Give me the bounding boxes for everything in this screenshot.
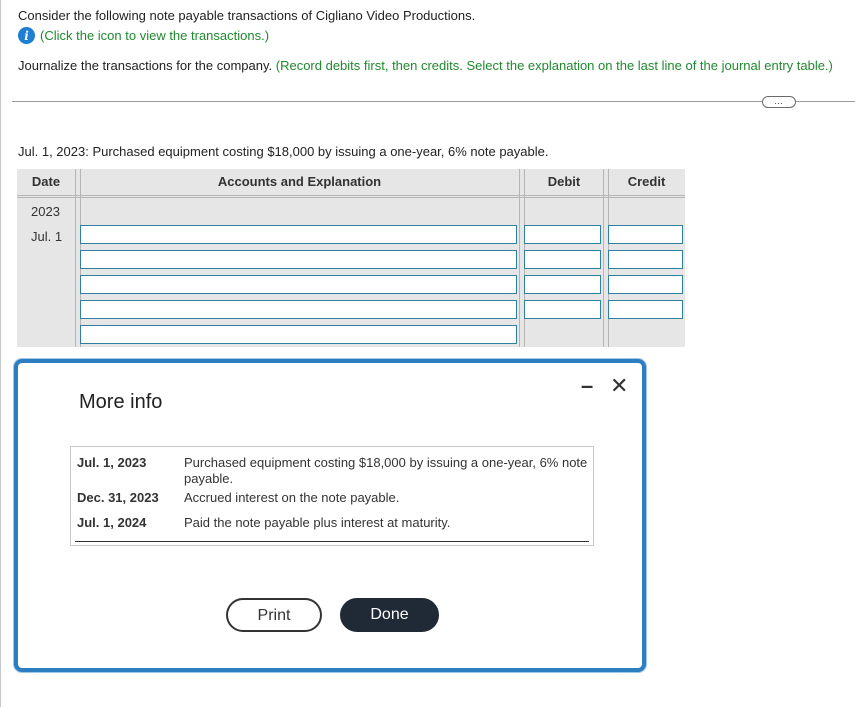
account-input-4[interactable] xyxy=(80,300,517,319)
table-bottom-rule xyxy=(75,541,589,542)
transaction-description: Accrued interest on the note payable. xyxy=(184,490,400,505)
header-debit: Debit xyxy=(547,174,581,189)
credit-input-4[interactable] xyxy=(608,300,683,319)
account-input-3[interactable] xyxy=(80,275,517,294)
more-options-button[interactable]: … xyxy=(762,96,796,108)
transaction-date: Jul. 1, 2023 xyxy=(77,455,147,470)
journal-entry-table: Date Accounts and Explanation Debit Cred… xyxy=(17,169,685,347)
debit-input-3[interactable] xyxy=(524,275,601,294)
debit-input-1[interactable] xyxy=(524,225,601,244)
instruction: Journalize the transactions for the comp… xyxy=(18,58,833,73)
credit-input-2[interactable] xyxy=(608,250,683,269)
entry-date: Jul. 1 xyxy=(31,229,63,244)
transaction-date: Jul. 1, 2024 xyxy=(77,515,147,530)
instruction-main: Journalize the transactions for the comp… xyxy=(18,58,273,73)
more-info-dialog: More info – ✕ Jul. 1, 2023 Purchased equ… xyxy=(14,359,646,672)
account-input-2[interactable] xyxy=(80,250,517,269)
transaction-description: Paid the note payable plus interest at m… xyxy=(184,515,451,530)
credit-input-3[interactable] xyxy=(608,275,683,294)
debit-input-4[interactable] xyxy=(524,300,601,319)
transaction-description: Purchased equipment costing $18,000 by i… xyxy=(184,455,588,486)
info-link[interactable]: i (Click the icon to view the transactio… xyxy=(18,27,269,44)
minimize-icon[interactable]: – xyxy=(581,371,593,401)
header-accounts: Accounts and Explanation xyxy=(217,174,382,189)
header-date: Date xyxy=(31,174,61,189)
journal-prompt: Jul. 1, 2023: Purchased equipment costin… xyxy=(18,144,549,159)
debit-input-2[interactable] xyxy=(524,250,601,269)
transactions-table: Jul. 1, 2023 Purchased equipment costing… xyxy=(70,446,594,546)
explanation-input[interactable] xyxy=(80,325,517,344)
left-border xyxy=(0,0,1,707)
entry-year: 2023 xyxy=(31,204,60,219)
problem-intro: Consider the following note payable tran… xyxy=(18,8,476,23)
header-credit: Credit xyxy=(627,174,666,189)
info-icon[interactable]: i xyxy=(18,27,35,44)
journal-header-row: Date Accounts and Explanation Debit Cred… xyxy=(17,169,685,198)
section-divider xyxy=(12,101,855,102)
credit-input-1[interactable] xyxy=(608,225,683,244)
close-icon[interactable]: ✕ xyxy=(610,374,628,398)
done-button[interactable]: Done xyxy=(340,598,439,632)
print-button[interactable]: Print xyxy=(226,598,322,632)
transaction-date: Dec. 31, 2023 xyxy=(77,490,159,505)
dialog-title: More info xyxy=(79,391,163,413)
account-input-1[interactable] xyxy=(80,225,517,244)
instruction-hint: (Record debits first, then credits. Sele… xyxy=(275,58,833,73)
info-link-text[interactable]: (Click the icon to view the transactions… xyxy=(40,28,269,43)
